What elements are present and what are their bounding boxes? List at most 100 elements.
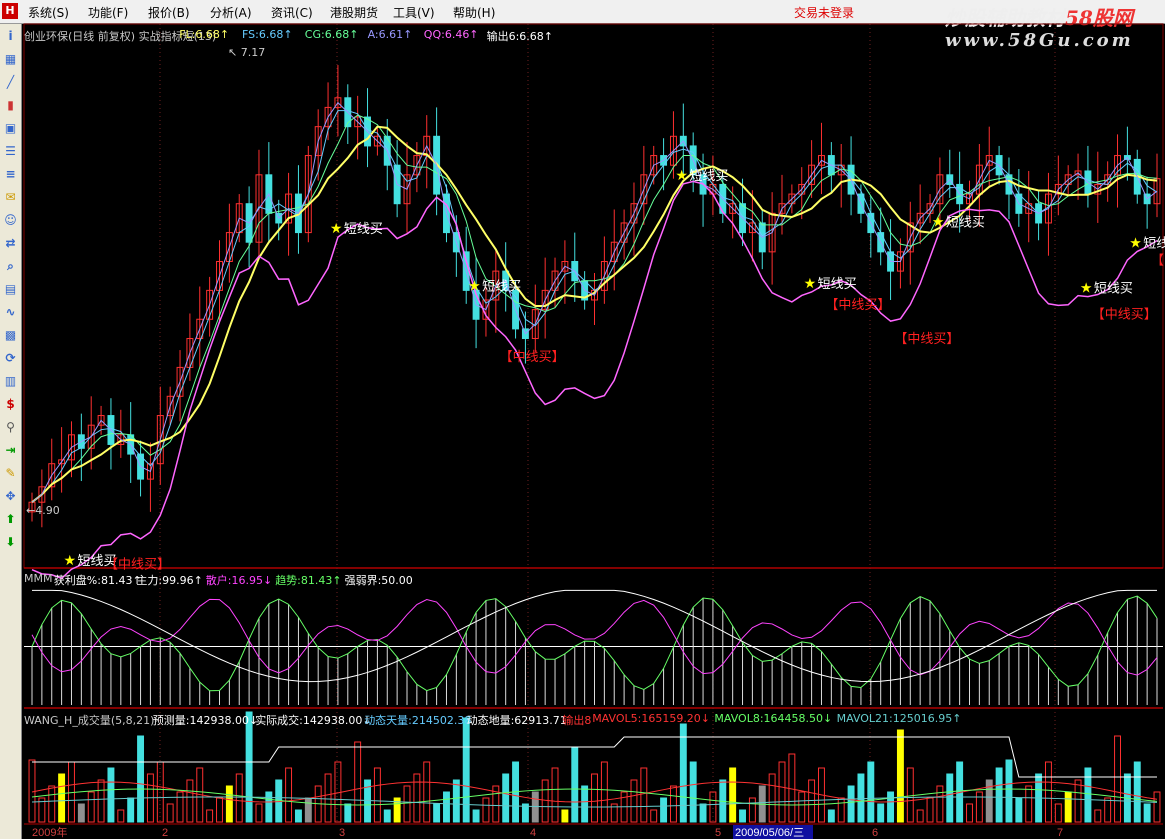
menu-quote[interactable]: 报价(B) [148,4,190,21]
mid-buy-label-12: 【中线买】 [1092,308,1157,323]
users-icon[interactable]: ☺ [2,212,19,229]
list-icon[interactable]: ☰ [2,143,19,160]
volume-bar-21 [235,773,243,823]
midHdr-item-5: 强弱界:50.00 [344,574,413,587]
candle-body-95 [966,193,973,205]
menu-hk-futures[interactable]: 港股期货 [330,4,378,21]
volHdr-item-8: MAVOL21:125016.95↑ [836,712,962,725]
bar-chart-icon[interactable]: ▮ [2,97,19,114]
compare-icon[interactable]: ⇄ [2,235,19,252]
candle-body-84 [857,193,865,214]
candle-body-48 [502,270,510,291]
short-buy-star-8: ★ [932,214,945,230]
volume-bar-19 [216,797,223,823]
indicator-icon[interactable]: ∿ [2,304,19,321]
mail-icon[interactable]: ✉ [2,189,19,206]
highlighted-date-label: 2009/05/06/三 [735,827,804,839]
short-buy-label-8: 短线买 [946,215,985,230]
candle-body-109 [1104,174,1112,185]
refresh-icon[interactable]: ⟳ [2,350,19,367]
candle-body-19 [216,260,223,291]
volume-bar-25 [275,779,283,823]
trend-line [31,595,1158,692]
grid-icon[interactable]: ▦ [2,51,19,68]
arrow-up-icon[interactable]: ⬆ [2,511,19,528]
pencil-icon[interactable]: ✎ [2,465,19,482]
candle-body-69 [709,183,717,195]
candle-body-9 [117,434,125,445]
dollar-icon[interactable]: $ [2,396,19,413]
move-icon[interactable]: ✥ [2,488,19,505]
arrow-down-icon[interactable]: ⬇ [2,534,19,551]
volume-bar-52 [541,779,549,823]
info-icon[interactable]: i [2,28,19,45]
stats-icon[interactable]: ▩ [2,327,19,344]
volume-bar-16 [186,779,194,823]
volume-bar-114 [1153,791,1161,823]
login-status[interactable]: 交易未登录 [794,4,854,21]
export-icon[interactable]: ⇥ [2,442,19,459]
menu-function[interactable]: 功能(F) [88,4,128,21]
candle-body-41 [433,135,441,195]
document-icon[interactable]: ▤ [2,281,19,298]
candle-body-7 [97,415,105,426]
volume-bar-103 [1044,761,1052,823]
volume-bar-4 [68,761,75,823]
short-buy-star-5: ★ [675,168,688,184]
candle-body-78 [798,183,806,195]
volume-bar-27 [294,809,302,823]
candle-body-47 [492,270,500,301]
mid-buy-label-9: 【中线买】 [894,332,959,347]
menu-help[interactable]: 帮助(H) [453,4,495,21]
candle-body-3 [58,459,66,465]
candle-body-14 [166,395,174,417]
candle-body-103 [1044,193,1052,224]
window-icon[interactable]: ▣ [2,120,19,137]
midHdr-item-0: MMM [24,572,53,585]
volume-bar-48 [502,773,510,823]
candle-body-13 [156,415,164,465]
volume-bar-79 [808,779,816,823]
volume-bar-46 [482,797,490,823]
volume-bar-49 [512,761,520,823]
table-icon[interactable]: ▥ [2,373,19,390]
candle-body-110 [1114,155,1121,176]
volume-ceiling-line [32,736,1157,778]
search-icon[interactable]: ⌕ [2,258,19,275]
candle-body-52 [541,289,549,311]
candle-body-80 [818,155,825,166]
candle-body-29 [314,126,322,157]
candle-body-100 [1015,193,1023,214]
short-buy-label-10: 短线买 [1094,282,1133,297]
volume-bar-66 [679,723,687,823]
candle-body-99 [1005,174,1013,195]
menu-analysis[interactable]: 分析(A) [210,4,252,21]
candle-body-86 [877,232,885,253]
candle-body-46 [482,299,490,320]
candle-body-35 [373,135,381,147]
candle-body-94 [956,183,964,205]
volume-bar-73 [748,797,756,823]
volume-bar-3 [58,773,66,823]
news-icon[interactable]: ≡ [2,166,19,183]
watermark-text-a: 炒股辅助教材 [945,6,1065,30]
volume-bar-34 [364,779,371,823]
volume-bar-107 [1084,767,1092,823]
volume-bar-43 [452,779,460,823]
menu-system[interactable]: 系统(S) [28,4,69,21]
candle-body-27 [294,193,302,234]
volume-bar-75 [768,773,776,823]
menu-tools[interactable]: 工具(V) [393,4,435,21]
candle-body-23 [255,174,263,243]
candle-body-75 [768,212,776,253]
volume-bar-13 [156,761,164,823]
volume-bar-44 [462,717,470,823]
line-chart-icon[interactable]: ╱ [2,74,19,91]
candle-body-102 [1035,203,1043,224]
volume-bar-15 [176,791,184,823]
link-icon[interactable]: ⚲ [2,419,19,436]
menu-news[interactable]: 资讯(C) [271,4,313,21]
volume-bar-99 [1005,759,1013,823]
candle-body-6 [87,424,95,449]
mainHdr-item-2: FS:6.68↑ [242,28,293,41]
